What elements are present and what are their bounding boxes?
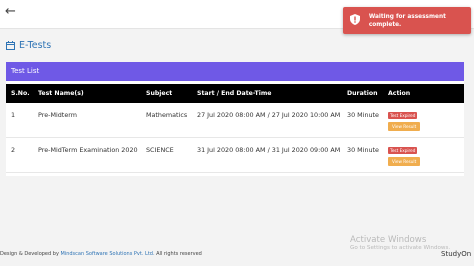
column-header-datetime: Start / End Date-Time xyxy=(192,84,342,103)
company-link[interactable]: Mindscan Software Solutions Pvt. Ltd. xyxy=(61,251,155,257)
panel-header: Test List xyxy=(6,62,464,81)
cell-datetime: 27 Jul 2020 08:00 AM / 27 Jul 2020 10:00… xyxy=(192,103,342,138)
studyon-brand: StudyOn xyxy=(441,250,472,258)
cell-action: Test Expired View Result xyxy=(383,137,464,173)
test-table: S.No. Test Name(s) Subject Start / End D… xyxy=(6,84,464,173)
footer-prefix: Design & Developed by xyxy=(0,251,59,257)
cell-subject: Mathematics xyxy=(141,103,192,138)
column-header-action: Action xyxy=(383,84,464,103)
cell-duration: 30 Minute xyxy=(342,103,383,138)
footer-suffix: All rights reserved xyxy=(156,251,202,257)
cell-test-name: Pre-MidTerm Examination 2020 xyxy=(33,137,141,173)
watermark-subtitle: Go to Settings to activate Windows. xyxy=(350,245,451,251)
shield-alert-icon xyxy=(350,14,363,28)
table-row: 2 Pre-MidTerm Examination 2020 SCIENCE 3… xyxy=(6,137,464,173)
cell-sno: 2 xyxy=(6,137,33,173)
notification-toast[interactable]: Waiting for assessment complete. xyxy=(343,7,471,34)
column-header-sno: S.No. xyxy=(6,84,33,103)
view-result-button[interactable]: View Result xyxy=(388,157,421,166)
table-header-row: S.No. Test Name(s) Subject Start / End D… xyxy=(6,84,464,103)
toast-message: Waiting for assessment complete. xyxy=(368,14,446,28)
test-expired-badge: Test Expired xyxy=(388,147,418,154)
cell-subject: SCIENCE xyxy=(141,137,192,173)
column-header-test-name: Test Name(s) xyxy=(33,84,141,103)
view-result-button[interactable]: View Result xyxy=(388,122,421,131)
test-list-panel: Test List S.No. Test Name(s) Subject Sta… xyxy=(6,62,464,176)
column-header-duration: Duration xyxy=(342,84,383,103)
page-title: E-Tests xyxy=(6,40,51,51)
watermark-title: Activate Windows xyxy=(350,235,427,245)
back-arrow-icon[interactable]: ← xyxy=(5,5,16,19)
cell-sno: 1 xyxy=(6,103,33,138)
page-title-text: E-Tests xyxy=(19,40,52,51)
calendar-icon xyxy=(6,41,15,50)
cell-datetime: 31 Jul 2020 08:00 AM / 31 Jul 2020 09:00… xyxy=(192,137,342,173)
cell-duration: 30 Minute xyxy=(342,137,383,173)
cell-action: Test Expired View Result xyxy=(383,103,464,138)
activate-windows-watermark: Activate Windows Go to Settings to activ… xyxy=(350,235,450,251)
table-row: 1 Pre-Midterm Mathematics 27 Jul 2020 08… xyxy=(6,103,464,138)
footer: Design & Developed by Mindscan Software … xyxy=(0,251,202,257)
test-expired-badge: Test Expired xyxy=(388,112,418,119)
cell-test-name: Pre-Midterm xyxy=(33,103,141,138)
column-header-subject: Subject xyxy=(141,84,192,103)
